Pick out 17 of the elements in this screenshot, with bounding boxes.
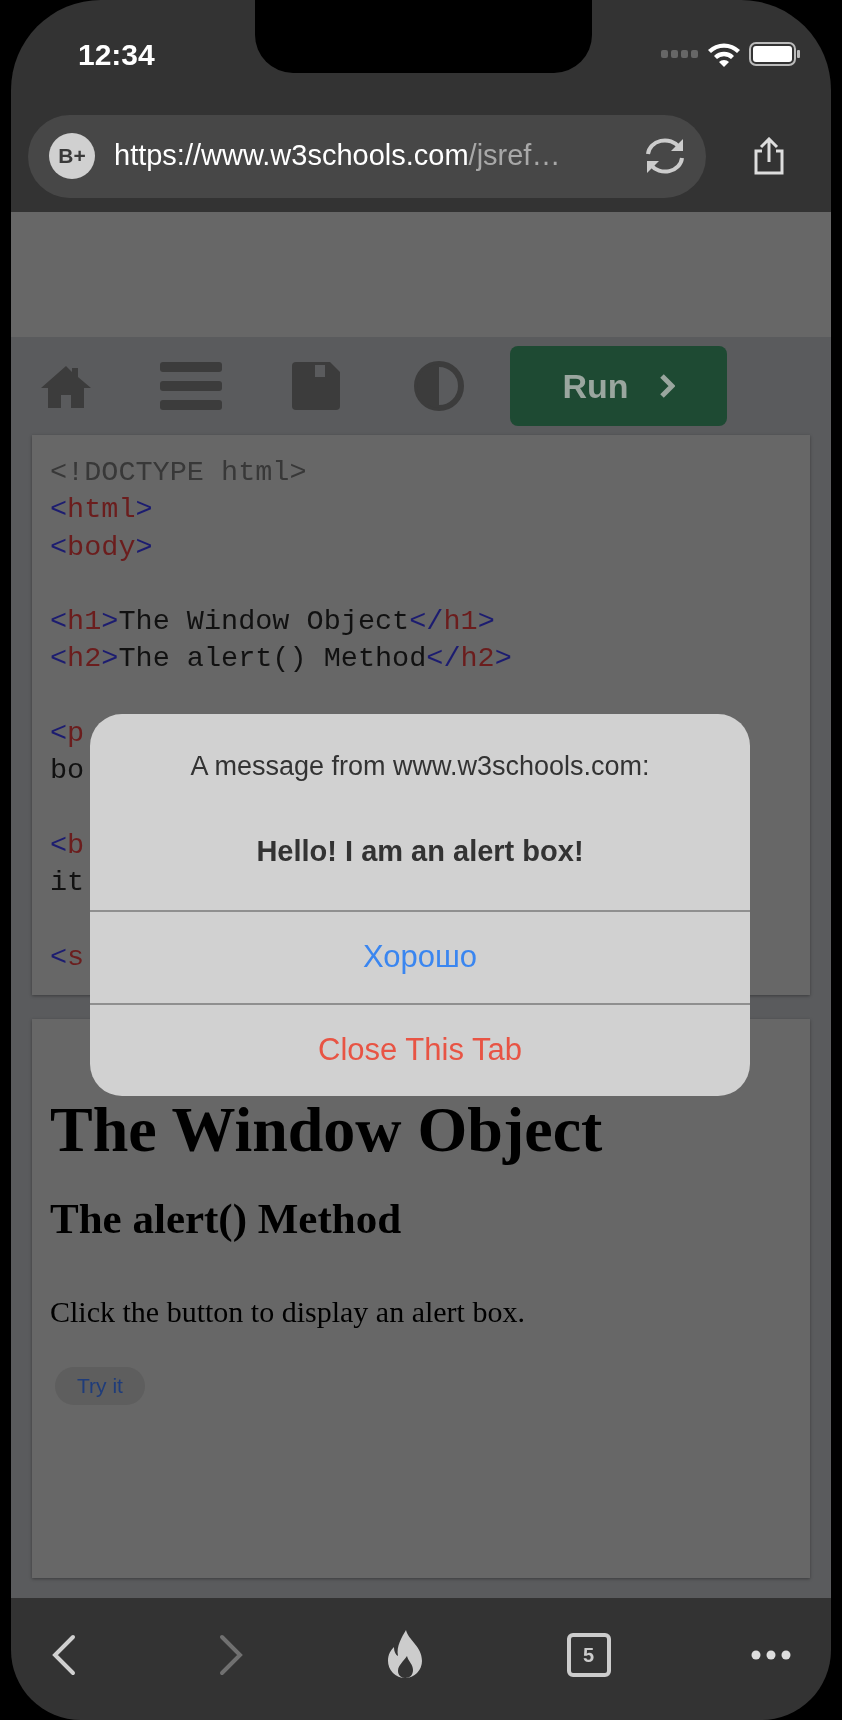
alert-title: A message from www.w3schools.com: — [190, 750, 650, 783]
code-line: <b — [50, 828, 85, 862]
page-heading: The Window Object — [50, 1093, 604, 1167]
code-line: <s — [50, 940, 85, 974]
code-line: <body> — [50, 530, 153, 564]
code-line: <html> — [50, 493, 153, 527]
url-text: https://www.w3schools.com/jsref… — [114, 138, 561, 174]
code-line: <h1>The Window Object</h1> — [50, 605, 495, 639]
code-line: bo — [50, 754, 85, 788]
alert-message: Hello! I am an alert box! — [256, 833, 584, 869]
code-line: it — [50, 866, 85, 900]
page-paragraph: Click the button to display an alert box. — [50, 1294, 526, 1330]
code-line: <p — [50, 717, 85, 751]
site-badge: B+ — [49, 133, 95, 179]
code-line: <h2>The alert() Method</h2> — [50, 642, 512, 676]
clock-time: 12:34 — [78, 36, 155, 73]
page-subheading: The alert() Method — [50, 1194, 403, 1244]
